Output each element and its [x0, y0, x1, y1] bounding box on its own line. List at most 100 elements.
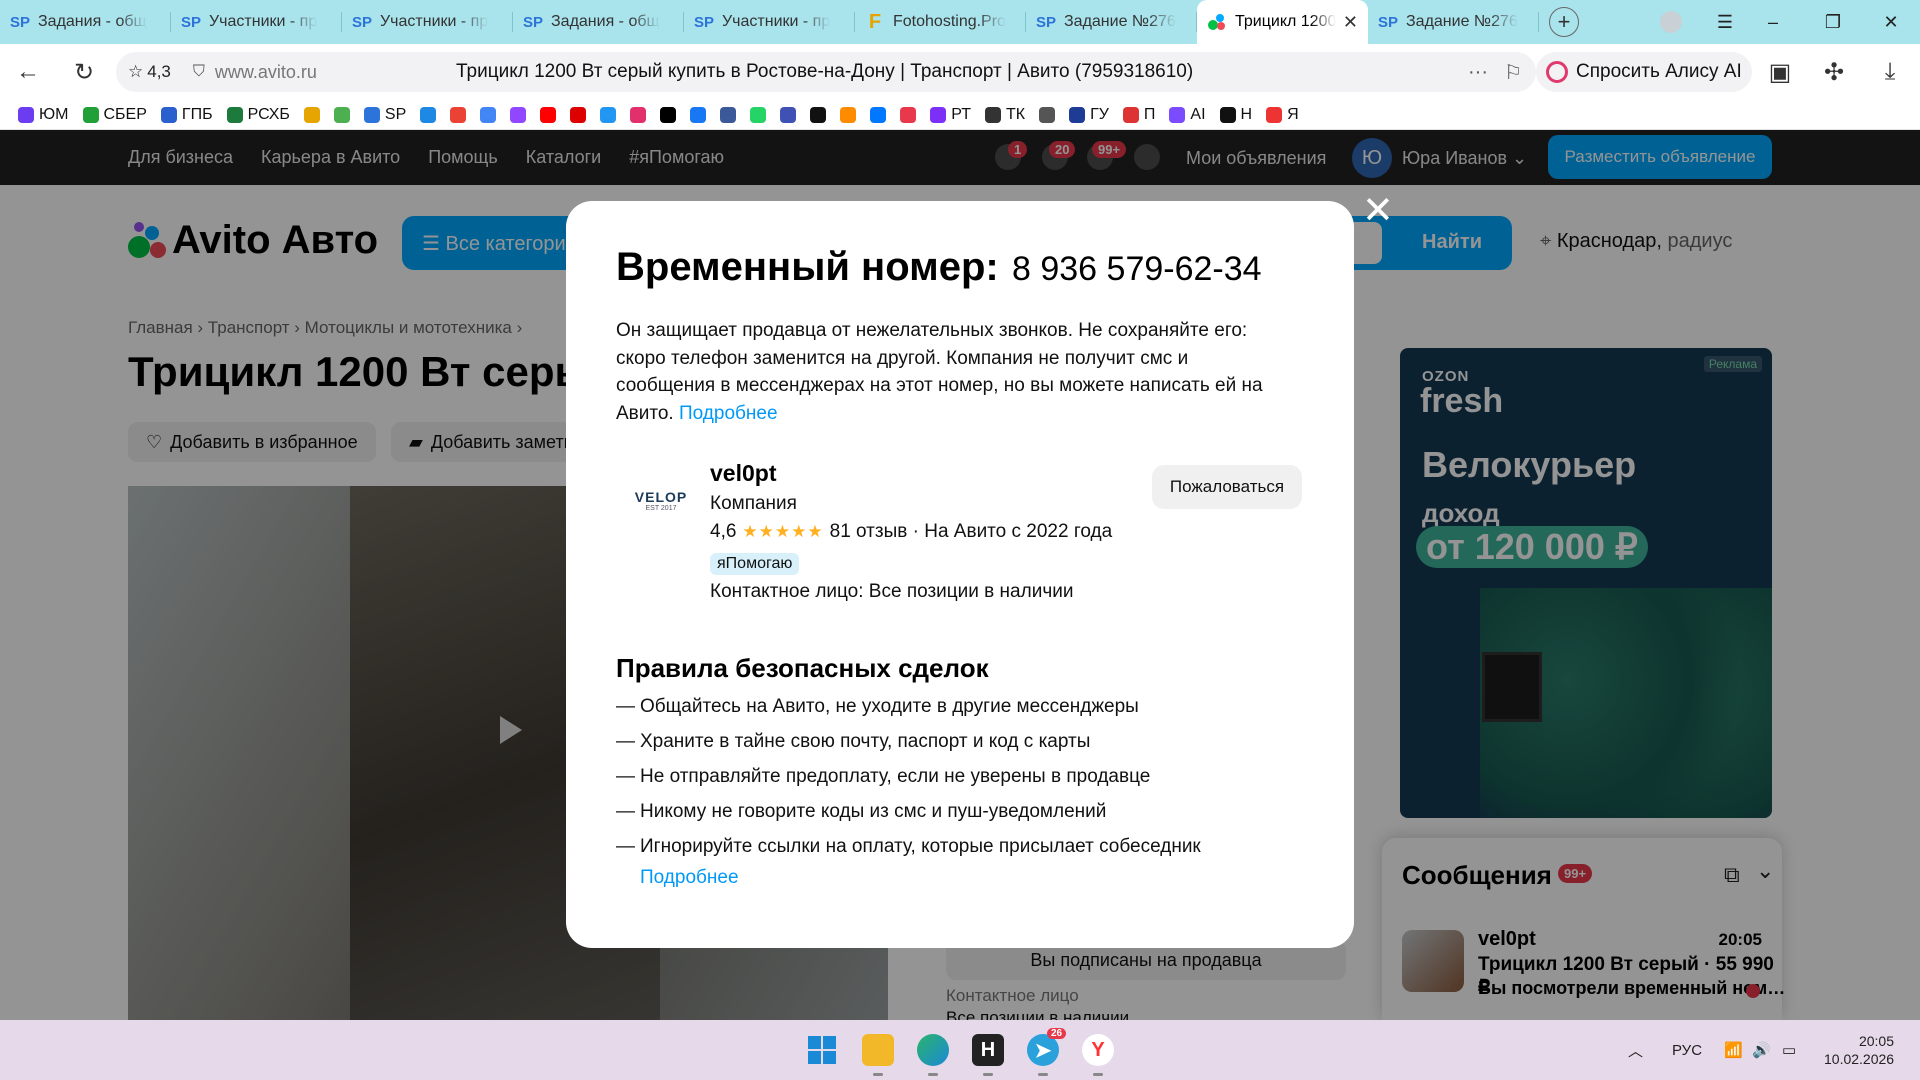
bookmark-item[interactable] — [480, 106, 497, 123]
tab-title: Задание №276 — [1064, 13, 1176, 30]
minimize-icon[interactable]: – — [1756, 0, 1790, 44]
restore-icon[interactable]: ❐ — [1816, 0, 1850, 44]
app-h-icon[interactable]: H — [972, 1034, 1004, 1076]
bookmark-item[interactable] — [570, 106, 587, 123]
bookmark-icon — [840, 106, 857, 123]
bookmark-item[interactable]: SP — [363, 105, 407, 124]
edge-icon[interactable] — [917, 1034, 949, 1076]
bookmark-item[interactable]: РТ — [930, 106, 971, 124]
browser-tab[interactable]: SP Задания - общ — [513, 0, 684, 44]
browser-tab[interactable]: SP Участники - пр — [171, 0, 342, 44]
bookmark-item[interactable]: СБЕР — [82, 106, 147, 124]
language-indicator[interactable]: РУС — [1672, 1020, 1702, 1080]
bookmark-item[interactable] — [1039, 106, 1056, 123]
bookmark-label: SP — [384, 105, 407, 123]
profile-icon[interactable] — [1654, 0, 1688, 44]
telegram-icon[interactable]: ➤ 26 — [1027, 1028, 1067, 1076]
explorer-icon[interactable] — [862, 1034, 894, 1076]
bookmark-item[interactable] — [333, 106, 350, 123]
bookmark-icon[interactable]: ⚐ — [1504, 60, 1522, 85]
browser-tab[interactable]: F Fotohosting.Pro — [855, 0, 1026, 44]
menu-icon[interactable]: ☰ — [1708, 0, 1742, 44]
bookmark-icon — [226, 106, 243, 123]
more-link[interactable]: Подробнее — [679, 403, 778, 424]
volume-icon[interactable]: 🔊 — [1752, 1020, 1771, 1080]
bookmark-item[interactable] — [690, 106, 707, 123]
tab-title: Задания - общ — [38, 13, 147, 30]
bookmark-item[interactable] — [303, 106, 320, 123]
ask-alice-button[interactable]: Спросить Алису AI — [1536, 52, 1752, 92]
bookmark-item[interactable]: ГПБ — [160, 106, 213, 124]
rule-text: Никому не говорите коды из смс и пуш-уве… — [640, 800, 1107, 822]
clock[interactable]: 20:05 10.02.2026 — [1824, 1032, 1894, 1068]
seller-name[interactable]: vel0pt — [710, 460, 776, 487]
bookmark-item[interactable] — [660, 106, 677, 123]
rule-item: — Не отправляйте предоплату, если не увер… — [616, 759, 1316, 794]
download-icon[interactable]: ⤓ — [1868, 50, 1912, 94]
bookmark-label: ГУ — [1090, 105, 1109, 123]
complain-button[interactable]: Пожаловаться — [1152, 465, 1302, 509]
close-icon[interactable]: ✕ — [1362, 192, 1394, 230]
bookmark-item[interactable] — [540, 106, 557, 123]
temporary-phone[interactable]: 8 936 579-62-34 — [1012, 250, 1262, 289]
browser-tab[interactable]: Трицикл 1200 ✕ — [1197, 0, 1368, 44]
bookmark-item[interactable]: РСХБ — [226, 106, 290, 124]
bookmark-item[interactable]: П — [1122, 106, 1155, 124]
image-icon[interactable]: ▣ — [1758, 50, 1802, 94]
bookmark-icon — [810, 106, 827, 123]
temporary-number-modal: Временный номер: 8 936 579-62-34 Он защи… — [566, 201, 1354, 948]
site-rating[interactable]: ☆ 4,3 — [128, 62, 171, 82]
yandex-browser-icon[interactable]: Y — [1082, 1034, 1114, 1076]
tray-chevron-icon[interactable]: ︿ — [1628, 1020, 1643, 1080]
more-icon[interactable]: ··· — [1468, 61, 1488, 84]
bookmark-item[interactable] — [840, 106, 857, 123]
tab-title: Задания - общ — [551, 13, 660, 30]
browser-tab[interactable]: SP Участники - пр — [342, 0, 513, 44]
alice-icon — [1546, 61, 1568, 83]
seller-type: Компания — [710, 493, 797, 514]
bookmark-item[interactable]: ГУ — [1069, 106, 1109, 124]
modal-title: Временный номер: — [616, 245, 999, 289]
bookmark-item[interactable] — [900, 106, 917, 123]
bookmark-item[interactable]: Я — [1266, 106, 1299, 124]
battery-icon[interactable]: ▭ — [1782, 1020, 1796, 1080]
bookmark-item[interactable] — [720, 106, 737, 123]
close-window-icon[interactable]: ✕ — [1874, 0, 1908, 44]
seller-reviews[interactable]: 81 отзыв · На Авито с 2022 года — [830, 521, 1113, 543]
bookmark-item[interactable] — [420, 106, 437, 123]
bookmark-item[interactable] — [600, 106, 617, 123]
bookmark-item[interactable] — [780, 106, 797, 123]
url-field[interactable]: ☆ 4,3 ⛉ www.avito.ru Трицикл 1200 Вт серы… — [116, 52, 1536, 92]
rule-text: Не отправляйте предоплату, если не увере… — [640, 765, 1151, 787]
bookmark-item[interactable] — [750, 106, 767, 123]
close-tab-icon[interactable]: ✕ — [1343, 12, 1358, 33]
bookmark-item[interactable] — [450, 106, 467, 123]
bookmark-item[interactable]: ЮМ — [18, 106, 69, 124]
tab-title: Fotohosting.Pro — [893, 13, 1006, 30]
reload-icon[interactable]: ↻ — [62, 50, 106, 94]
browser-tab[interactable]: SP Задание №276 — [1368, 0, 1539, 44]
bookmark-icon — [720, 106, 737, 123]
tab-title: Участники - пр — [209, 13, 318, 30]
bookmark-item[interactable] — [630, 106, 647, 123]
seller-rating-row: 4,6 ★★★★★ 81 отзыв · На Авито с 2022 год… — [710, 521, 1112, 543]
browser-tab[interactable]: SP Участники - пр — [684, 0, 855, 44]
seller-logo[interactable]: VELOP EST 2017 — [628, 463, 694, 537]
wifi-icon[interactable]: 📶 — [1724, 1020, 1743, 1080]
sp-icon: SP — [523, 13, 544, 31]
start-icon[interactable] — [806, 1034, 838, 1066]
browser-tab[interactable]: SP Задание №276 — [1026, 0, 1197, 44]
bookmark-item[interactable]: AI — [1169, 106, 1206, 124]
bookmark-item[interactable] — [810, 106, 827, 123]
bookmark-item[interactable]: ТК — [984, 106, 1025, 124]
bookmark-item[interactable] — [870, 106, 887, 123]
extensions-icon[interactable]: ✣ — [1812, 50, 1856, 94]
bookmark-label: РТ — [951, 105, 971, 123]
browser-tab[interactable]: SP Задания - общ — [0, 0, 171, 44]
dash-icon: — — [616, 730, 635, 752]
rules-more-link[interactable]: Подробнее — [640, 867, 739, 889]
bookmark-item[interactable] — [510, 106, 527, 123]
new-tab-button[interactable]: + — [1549, 7, 1579, 37]
back-icon[interactable]: ← — [6, 50, 50, 94]
bookmark-item[interactable]: Н — [1219, 106, 1252, 124]
